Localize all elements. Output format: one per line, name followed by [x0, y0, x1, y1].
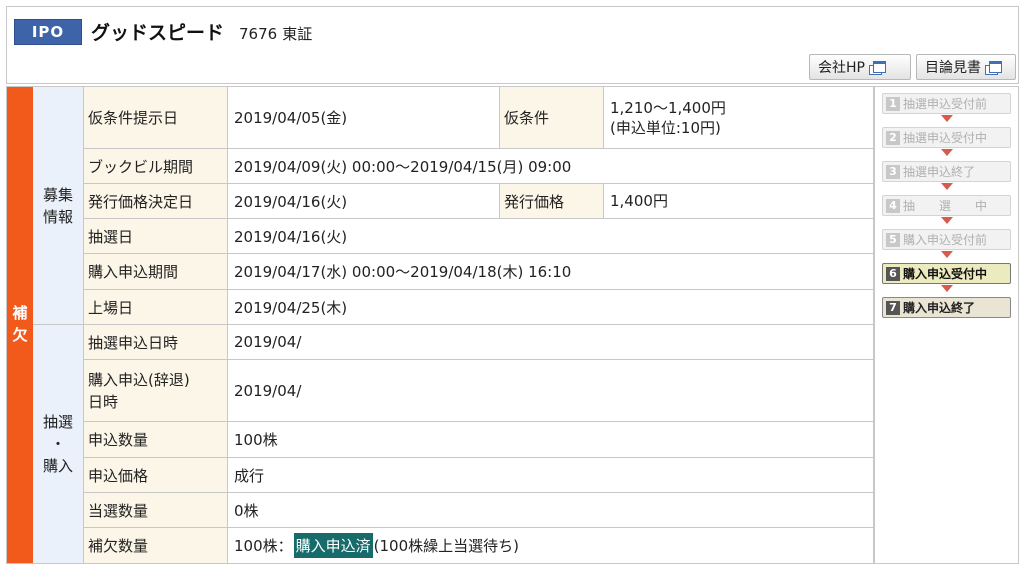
step-3: 3 抽選申込終了 — [882, 161, 1011, 182]
section-label: 募集 — [42, 185, 73, 204]
table-row: 購入申込期間 2019/04/17(水) 00:00～2019/04/18(木)… — [84, 254, 874, 290]
step-arrow-icon — [941, 251, 953, 258]
row-label: 発行価格 — [500, 184, 604, 218]
step-arrow-icon — [941, 217, 953, 224]
step-number: 4 — [886, 198, 900, 213]
row-label: ブックビル期間 — [84, 149, 228, 183]
reserve-status-bar: 補 欠 — [7, 87, 33, 563]
prospectus-label: 目論見書 — [925, 60, 981, 76]
row-value: 100株： 購入申込済 (100株繰上当選待ち) — [228, 528, 874, 563]
ipo-detail-table: 補 欠 募集 情報 抽選 ・ 購入 仮条件提示日 2019/04/05(金) 仮… — [6, 86, 1019, 564]
row-label: 仮条件提示日 — [84, 87, 228, 148]
table-row: 申込数量 100株 — [84, 422, 874, 458]
row-label: 申込数量 — [84, 422, 228, 457]
company-hp-label: 会社HP — [818, 60, 865, 76]
step-number: 7 — [886, 300, 900, 315]
step-arrow-icon — [941, 149, 953, 156]
table-row: 抽選申込日時 2019/04/ — [84, 325, 874, 360]
step-number: 1 — [886, 96, 900, 111]
step-label: 購入申込終了 — [903, 301, 976, 315]
side-label-char: 欠 — [12, 326, 28, 344]
row-value: 2019/04/25(木) — [228, 290, 874, 324]
row-label: 補欠数量 — [84, 528, 228, 563]
step-number: 2 — [886, 130, 900, 145]
purchase-applied-badge: 購入申込済 — [293, 533, 373, 558]
row-value: 2019/04/16(火) — [228, 184, 500, 218]
step-arrow-icon — [941, 115, 953, 122]
row-value: 2019/04/16(火) — [228, 219, 874, 253]
table-row: 購入申込(辞退) 日時 2019/04/ — [84, 360, 874, 422]
step-label: 購入申込受付中 — [903, 267, 988, 281]
step-label: 抽選申込終了 — [903, 165, 976, 179]
section-label: ・ — [50, 435, 66, 453]
progress-steps: 1 抽選申込受付前 2 抽選申込受付中 3 抽選申込終了 4 抽 選 中 5 購… — [874, 87, 1018, 563]
price-unit: (申込単位:10円) — [610, 118, 721, 137]
row-value: 1,400円 — [604, 184, 874, 218]
row-value: 100株 — [228, 422, 874, 457]
row-label: 購入申込(辞退) 日時 — [84, 360, 228, 421]
table-row: 当選数量 0株 — [84, 493, 874, 528]
table-row: 抽選日 2019/04/16(火) — [84, 219, 874, 254]
row-value: 2019/04/ — [228, 325, 874, 359]
table-row: 仮条件提示日 2019/04/05(金) 仮条件 1,210～1,400円 (申… — [84, 87, 874, 149]
step-7: 7 購入申込終了 — [882, 297, 1011, 318]
section-label: 購入 — [42, 457, 73, 475]
table-row: 上場日 2019/04/25(木) — [84, 290, 874, 325]
table-row: 補欠数量 100株： 購入申込済 (100株繰上当選待ち) — [84, 528, 874, 563]
step-label: 抽選申込受付前 — [903, 97, 988, 111]
section-recruit-info: 募集 情報 — [33, 87, 84, 325]
section-lottery-purchase: 抽選 ・ 購入 — [33, 325, 84, 563]
row-label-line: 日時 — [88, 392, 119, 411]
step-label: 購入申込受付前 — [903, 233, 988, 247]
company-code: 7676 東証 — [239, 23, 317, 44]
step-label: 抽 選 中 — [903, 199, 988, 213]
step-number: 3 — [886, 164, 900, 179]
step-label: 抽選申込受付中 — [903, 131, 988, 145]
row-value: 2019/04/05(金) — [228, 87, 500, 148]
row-value: 0株 — [228, 493, 874, 527]
row-value: 2019/04/09(火) 00:00～2019/04/15(月) 09:00 — [228, 149, 874, 183]
row-value: 2019/04/17(水) 00:00～2019/04/18(木) 16:10 — [228, 254, 874, 289]
table-row: ブックビル期間 2019/04/09(火) 00:00～2019/04/15(月… — [84, 149, 874, 184]
step-1: 1 抽選申込受付前 — [882, 93, 1011, 114]
step-arrow-icon — [941, 183, 953, 190]
side-label-char: 補 — [12, 304, 28, 322]
table-row: 申込価格 成行 — [84, 458, 874, 493]
ipo-header: IPO グッドスピード 7676 東証 会社HP 目論見書 — [6, 6, 1019, 84]
market-name: 東証 — [282, 25, 313, 43]
row-label: 当選数量 — [84, 493, 228, 527]
step-4: 4 抽 選 中 — [882, 195, 1011, 216]
external-window-icon — [868, 60, 886, 75]
row-value: 1,210～1,400円 (申込単位:10円) — [604, 87, 874, 148]
ipo-badge: IPO — [14, 19, 82, 45]
row-label: 発行価格決定日 — [84, 184, 228, 218]
row-label: 抽選日 — [84, 219, 228, 253]
section-label: 情報 — [42, 207, 73, 226]
reserve-note: (100株繰上当選待ち) — [373, 537, 519, 555]
step-number: 6 — [886, 266, 900, 281]
row-value: 成行 — [228, 458, 874, 492]
reserve-qty-value: 100株： — [234, 537, 293, 555]
step-arrow-icon — [941, 285, 953, 292]
company-hp-button[interactable]: 会社HP — [809, 54, 911, 80]
section-label: 抽選 — [42, 413, 73, 431]
row-label: 抽選申込日時 — [84, 325, 228, 359]
row-label-line: 購入申込(辞退) — [88, 370, 190, 389]
step-number: 5 — [886, 232, 900, 247]
external-window-icon — [985, 60, 1002, 75]
step-6-current: 6 購入申込受付中 — [882, 263, 1011, 284]
price-range: 1,210～1,400円 — [610, 98, 726, 117]
row-value: 2019/04/ — [228, 360, 874, 421]
row-label: 仮条件 — [500, 87, 604, 148]
row-label: 申込価格 — [84, 458, 228, 492]
step-2: 2 抽選申込受付中 — [882, 127, 1011, 148]
step-5: 5 購入申込受付前 — [882, 229, 1011, 250]
row-label: 購入申込期間 — [84, 254, 228, 289]
table-row: 発行価格決定日 2019/04/16(火) 発行価格 1,400円 — [84, 184, 874, 219]
company-name: グッドスピード — [91, 22, 225, 44]
prospectus-button[interactable]: 目論見書 — [916, 54, 1016, 80]
stock-code: 7676 — [239, 25, 278, 43]
row-label: 上場日 — [84, 290, 228, 324]
